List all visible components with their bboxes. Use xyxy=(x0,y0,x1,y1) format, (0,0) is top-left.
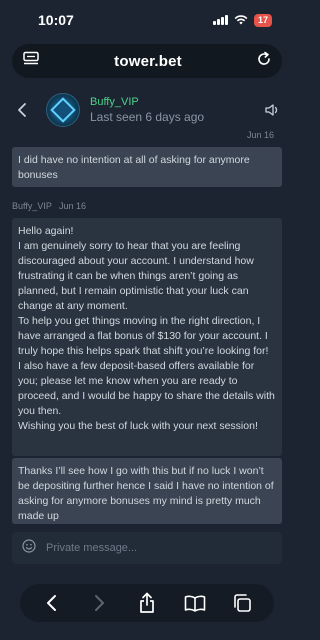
message-date: Jun 16 xyxy=(246,130,274,140)
avatar xyxy=(46,93,80,127)
contact-name: Buffy_VIP xyxy=(90,96,139,108)
browser-toolbar xyxy=(20,584,274,622)
chat-header: Buffy_VIP Last seen 6 days ago xyxy=(0,88,294,132)
status-icons: 17 xyxy=(212,13,272,27)
message-bubble-agent: Hello again! I am genuinely sorry to hea… xyxy=(12,218,282,456)
tabs-overview-icon[interactable] xyxy=(22,51,40,72)
back-icon[interactable] xyxy=(38,589,66,617)
message-bubble-own: I did have no intention at all of asking… xyxy=(12,147,282,187)
speaker-icon[interactable] xyxy=(264,102,280,118)
message-text: Thanks I’ll see how I go with this but i… xyxy=(18,465,277,522)
contact-info: Buffy_VIP Last seen 6 days ago xyxy=(90,95,264,125)
emoji-icon[interactable] xyxy=(22,538,36,558)
message-list[interactable]: Jun 16 I did have no intention at all of… xyxy=(0,128,294,528)
signal-icon xyxy=(212,15,228,25)
share-icon[interactable] xyxy=(133,589,161,617)
address-bar[interactable]: tower.bet xyxy=(12,44,282,78)
message-composer xyxy=(12,532,282,564)
bookmarks-icon[interactable] xyxy=(181,589,209,617)
wifi-icon xyxy=(234,15,248,25)
status-time: 10:07 xyxy=(38,12,74,28)
message-sender: Buffy_VIP xyxy=(12,201,52,211)
status-bar: 10:07 17 xyxy=(0,0,294,40)
reload-icon[interactable] xyxy=(256,51,272,72)
message-bubble-own: Thanks I’ll see how I go with this but i… xyxy=(12,458,282,524)
message-text: I did have no intention at all of asking… xyxy=(18,154,253,181)
message-text: Hello again! I am genuinely sorry to hea… xyxy=(18,225,275,432)
tabs-icon[interactable] xyxy=(228,589,256,617)
back-arrow-icon[interactable] xyxy=(14,101,32,119)
private-message-input[interactable] xyxy=(46,542,272,554)
message-date: Jun 16 xyxy=(59,201,87,211)
url-text[interactable]: tower.bet xyxy=(114,53,182,70)
forward-icon[interactable] xyxy=(85,589,113,617)
battery-indicator: 17 xyxy=(253,13,272,27)
last-seen: Last seen 6 days ago xyxy=(90,110,205,124)
